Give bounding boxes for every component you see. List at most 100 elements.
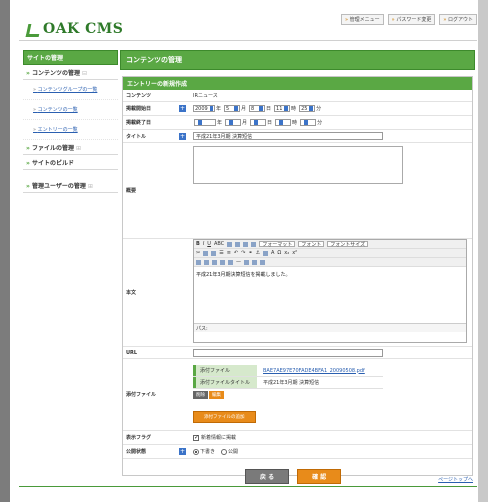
footer-line	[19, 486, 477, 487]
omega-icon[interactable]: Ω	[277, 250, 281, 256]
media-icon[interactable]	[244, 259, 249, 265]
row-title: タイトル + 平成21年3月期 決算短信	[123, 130, 472, 143]
col-icon[interactable]	[220, 259, 225, 265]
page-title: コンテンツの管理	[120, 50, 475, 70]
rich-text-editor[interactable]: B I U ABC フォーマット フォント フォントサイズ ✂ ☰ ≡ ↶ ↷ …	[193, 239, 467, 343]
back-button[interactable]: 戻 る	[245, 469, 290, 484]
add-icon[interactable]: +	[179, 132, 186, 140]
confirm-button[interactable]: 確 認	[297, 469, 342, 484]
editor-path: パス:	[194, 323, 466, 332]
sidebar-sub-content-list[interactable]: コンテンツの一覧	[23, 100, 118, 120]
collapse-icon[interactable]: ⊟	[82, 70, 87, 77]
sidebar-item-build[interactable]: » サイトのビルド	[23, 155, 118, 170]
end-day-select[interactable]	[250, 119, 267, 126]
summary-label: 概要	[126, 188, 137, 194]
body-label: 本文	[126, 290, 137, 296]
hr-icon[interactable]: —	[236, 259, 241, 265]
font-dropdown[interactable]: フォント	[298, 241, 325, 248]
strike-icon[interactable]: ABC	[214, 241, 224, 247]
sidebar-site-head[interactable]: サイトの管理	[23, 50, 118, 65]
text-color-icon[interactable]: A	[271, 250, 274, 256]
font-size-dropdown[interactable]: フォントサイズ	[327, 241, 369, 248]
link-icon[interactable]: ⚭	[248, 250, 252, 256]
start-hour-select[interactable]: 11	[274, 105, 291, 112]
row-content: コンテンツ IRニュース	[123, 90, 472, 102]
align-justify-icon[interactable]	[251, 241, 257, 247]
unit-month: 月	[242, 120, 248, 126]
status-public-radio[interactable]	[221, 448, 228, 455]
cut-icon[interactable]: ✂	[196, 250, 200, 256]
attach-table: 添付ファイル BAE7AE97E70FADE4BFA1_20090508.pdf…	[193, 365, 383, 423]
row-end-date: 掲載終了日 年 月 日 時 分	[123, 116, 472, 130]
row-summary: 概要	[123, 143, 472, 239]
align-left-icon[interactable]	[227, 241, 233, 247]
attach-label: 添付ファイル	[126, 392, 157, 398]
end-min-select[interactable]	[300, 119, 317, 126]
right-scroll-bar[interactable]	[478, 0, 488, 502]
sidebar-item-contents[interactable]: » コンテンツの管理 ⊟	[23, 65, 118, 80]
find-icon[interactable]	[196, 259, 201, 265]
unit-year: 年	[216, 106, 222, 112]
end-hour-select[interactable]	[275, 119, 292, 126]
attach-file-link[interactable]: BAE7AE97E70FADE4BFA1_20090508.pdf	[257, 368, 365, 374]
entry-form-panel: エントリーの新規作成 コンテンツ IRニュース 掲載開始日 + 2009 年 5月…	[122, 76, 473, 484]
attach-file-row: 添付ファイル BAE7AE97E70FADE4BFA1_20090508.pdf	[193, 365, 383, 377]
subscript-icon[interactable]: x₂	[284, 250, 289, 256]
password-change-link[interactable]: パスワード変更	[387, 14, 436, 25]
sidebar-sub-group-list[interactable]: コンテンツグループの一覧	[23, 80, 118, 100]
format-dropdown[interactable]: フォーマット	[259, 241, 296, 248]
sidebar-item-label: 管理ユーザーの管理	[31, 183, 86, 190]
editor-body[interactable]: 平成21年3月期決算短信を掲載しました。	[194, 267, 466, 323]
sidebar-item-files[interactable]: » ファイルの管理 ⊞	[23, 140, 118, 155]
attach-title-row: 添付ファイルタイトル 平成21年3月期 決算短信	[193, 377, 383, 389]
bullet-list-icon[interactable]: ☰	[219, 250, 223, 256]
html-icon[interactable]	[260, 259, 265, 265]
sidebar-sub-entry-list[interactable]: エントリーの一覧	[23, 120, 118, 140]
edit-attach-button[interactable]: 編集	[209, 391, 224, 399]
news-checkbox[interactable]	[193, 434, 199, 441]
cell-icon[interactable]	[228, 259, 233, 265]
logo-text: OAK CMS	[43, 21, 124, 37]
anchor-icon[interactable]: ⚓	[256, 250, 260, 256]
copy-icon[interactable]	[203, 250, 209, 256]
align-right-icon[interactable]	[243, 241, 249, 247]
undo-icon[interactable]: ↶	[234, 250, 238, 256]
start-day-select[interactable]: 8	[249, 105, 266, 112]
end-month-select[interactable]	[225, 119, 242, 126]
bold-icon[interactable]: B	[196, 241, 200, 247]
add-attach-button[interactable]: 添付ファイルの追加	[193, 411, 256, 423]
end-year-select[interactable]	[194, 119, 216, 126]
table-icon[interactable]	[204, 259, 209, 265]
redo-icon[interactable]: ↷	[241, 250, 245, 256]
expand-icon[interactable]: ⊞	[76, 145, 81, 152]
left-frame-bar	[0, 0, 10, 502]
start-month-select[interactable]: 5	[224, 105, 241, 112]
url-input[interactable]	[193, 348, 383, 357]
attach-title-value: 平成21年3月期 決算短信	[263, 380, 320, 386]
numbered-list-icon[interactable]: ≡	[227, 250, 231, 256]
image-icon[interactable]	[262, 250, 268, 256]
status-draft-radio[interactable]	[193, 448, 199, 455]
underline-icon[interactable]: U	[207, 241, 211, 247]
expand-icon[interactable]: ⊞	[88, 183, 93, 190]
summary-textarea[interactable]	[193, 146, 403, 184]
admin-menu-link[interactable]: 管理メニュー	[340, 14, 384, 25]
add-icon[interactable]: +	[179, 105, 186, 112]
start-min-select[interactable]: 25	[299, 105, 316, 112]
start-year-select[interactable]: 2009	[193, 105, 215, 112]
paste-icon[interactable]	[211, 250, 217, 256]
sidebar-item-admin-users[interactable]: » 管理ユーザーの管理 ⊞	[23, 178, 118, 193]
page-top-link[interactable]: ページトップへ	[438, 476, 473, 483]
add-icon[interactable]: +	[179, 448, 186, 455]
page: OAK CMS 管理メニュー パスワード変更 ログアウト サイトの管理 » コン…	[19, 0, 477, 502]
superscript-icon[interactable]: x²	[292, 250, 297, 256]
fullscreen-icon[interactable]	[252, 259, 257, 265]
logout-link[interactable]: ログアウト	[439, 14, 477, 25]
main-area: コンテンツの管理 エントリーの新規作成 コンテンツ IRニュース 掲載開始日 +…	[120, 50, 475, 484]
delete-attach-button[interactable]: 削除	[193, 391, 208, 399]
italic-icon[interactable]: I	[203, 241, 204, 247]
align-center-icon[interactable]	[235, 241, 241, 247]
row-icon[interactable]	[212, 259, 217, 265]
title-input[interactable]: 平成21年3月期 決算短信	[193, 132, 383, 140]
unit-min: 分	[317, 120, 323, 126]
